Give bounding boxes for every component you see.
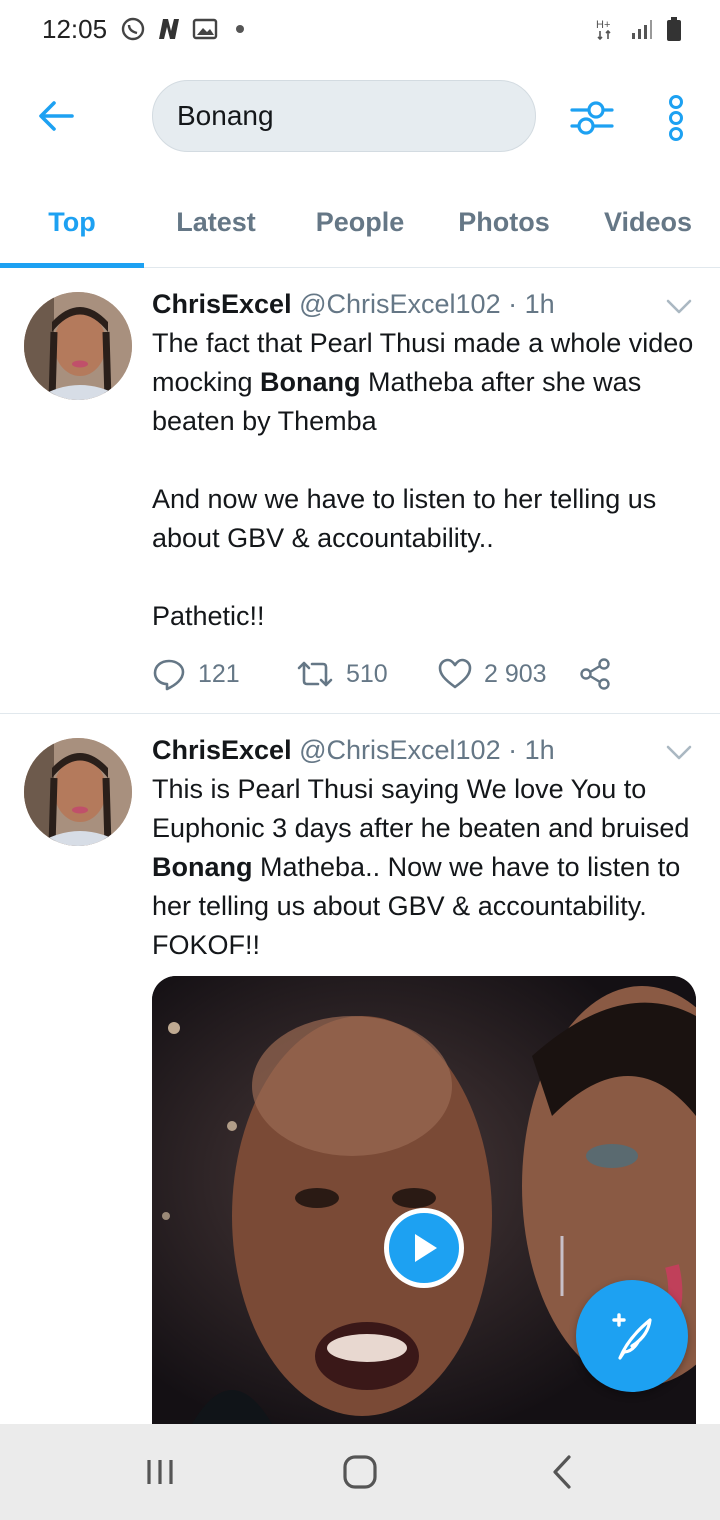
svg-text:H+: H+ <box>596 19 610 31</box>
separator: · <box>508 735 518 765</box>
back-chevron-icon <box>553 1455 571 1489</box>
tab-top[interactable]: Top <box>0 178 144 268</box>
heart-icon <box>438 658 472 689</box>
highlighted-keyword: Bonang <box>260 367 361 397</box>
author-name[interactable]: ChrisExcel <box>152 735 292 765</box>
tweet-header: ChrisExcel @ChrisExcel102 · 1h <box>152 734 555 766</box>
compose-feather-icon <box>612 1313 652 1360</box>
like-count: 2 903 <box>484 659 547 688</box>
search-input[interactable] <box>177 81 517 151</box>
recent-apps-button[interactable] <box>130 1448 190 1496</box>
tab-videos[interactable]: Videos <box>576 178 720 267</box>
home-icon <box>343 1455 377 1489</box>
arrow-left-icon <box>39 101 74 131</box>
play-icon <box>415 1234 437 1262</box>
system-nav-bar <box>0 1424 720 1520</box>
avatar[interactable] <box>24 292 132 400</box>
tweet-time: 1h <box>524 735 555 765</box>
sliders-icon <box>570 101 614 135</box>
tweet-text-part: This is Pearl Thusi saying We love You t… <box>152 774 690 843</box>
share-icon <box>580 658 610 690</box>
search-box[interactable] <box>152 80 536 152</box>
tab-latest[interactable]: Latest <box>144 178 288 267</box>
separator: · <box>508 289 518 319</box>
like-button[interactable]: 2 903 <box>438 654 547 694</box>
retweet-icon <box>297 661 333 687</box>
reply-icon <box>153 659 185 691</box>
battery-icon <box>667 17 681 41</box>
tweet-text-part: And now we have to listen to her telling… <box>152 484 657 553</box>
reply-count: 121 <box>198 659 240 688</box>
author-handle[interactable]: @ChrisExcel102 <box>299 289 501 319</box>
gallery-icon <box>192 18 218 40</box>
home-button[interactable] <box>330 1448 390 1496</box>
status-time: 12:05 <box>42 14 108 44</box>
chevron-down-icon[interactable] <box>664 740 694 764</box>
signal-icon <box>632 20 652 39</box>
tab-people[interactable]: People <box>288 178 432 267</box>
back-button[interactable] <box>30 90 82 142</box>
author-handle[interactable]: @ChrisExcel102 <box>299 735 501 765</box>
n-app-icon <box>159 19 179 39</box>
hplus-icon: H+ <box>596 19 611 41</box>
more-vertical-icon <box>669 95 683 141</box>
search-tabs: Top Latest People Photos Videos <box>0 178 720 268</box>
tweet[interactable]: ChrisExcel @ChrisExcel102 · 1h The fact … <box>0 268 720 714</box>
avatar[interactable] <box>24 738 132 846</box>
notification-dot <box>236 25 244 33</box>
more-options-button[interactable] <box>654 92 698 144</box>
search-filter-button[interactable] <box>566 92 618 144</box>
share-button[interactable] <box>578 654 612 694</box>
tweet-text: This is Pearl Thusi saying We love You t… <box>152 770 700 965</box>
search-header <box>0 58 720 178</box>
retweet-count: 510 <box>346 659 388 688</box>
tweet-time: 1h <box>524 289 555 319</box>
status-bar: 12:05 H+ <box>0 0 720 58</box>
back-nav-button[interactable] <box>532 1448 592 1496</box>
tab-photos[interactable]: Photos <box>432 178 576 267</box>
tweet-actions: 121 510 2 903 <box>152 654 692 694</box>
recent-apps-icon <box>147 1460 173 1484</box>
author-name[interactable]: ChrisExcel <box>152 289 292 319</box>
highlighted-keyword: Bonang <box>152 852 253 882</box>
whatsapp-icon <box>121 17 145 41</box>
tweet-header: ChrisExcel @ChrisExcel102 · 1h <box>152 288 555 320</box>
tweet-text: The fact that Pearl Thusi made a whole v… <box>152 324 700 636</box>
retweet-button[interactable]: 510 <box>296 654 388 694</box>
reply-button[interactable]: 121 <box>152 654 240 694</box>
compose-tweet-button[interactable] <box>576 1280 688 1392</box>
play-button[interactable] <box>384 1208 464 1288</box>
chevron-down-icon[interactable] <box>664 294 694 318</box>
tweet-text-part: Pathetic!! <box>152 601 265 631</box>
